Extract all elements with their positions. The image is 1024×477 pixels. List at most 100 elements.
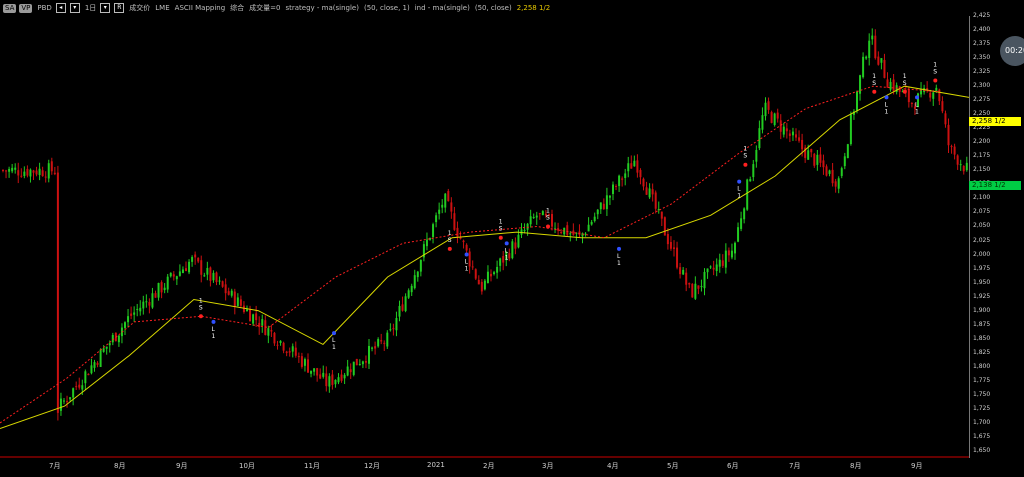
candle xyxy=(639,170,642,178)
candle xyxy=(944,113,947,125)
long-signal-dot[interactable] xyxy=(504,241,509,246)
candle xyxy=(947,124,950,146)
candle xyxy=(486,271,489,284)
strategy-label: strategy - ma(single) xyxy=(285,4,359,12)
long-signal-dot[interactable] xyxy=(884,95,889,100)
timeframe-label[interactable]: 1日 xyxy=(85,3,96,13)
signal-label: L xyxy=(505,247,509,254)
chevron-down-icon[interactable]: ▾ xyxy=(100,3,111,13)
candle xyxy=(78,384,81,388)
candle xyxy=(697,285,700,289)
candle xyxy=(136,308,139,310)
candle xyxy=(831,169,834,184)
candle xyxy=(66,401,69,403)
price-tick: 1,700 xyxy=(973,418,991,426)
long-signal-dot[interactable] xyxy=(737,179,742,184)
candle xyxy=(694,283,697,299)
candle xyxy=(734,242,736,254)
price-tick: 1,975 xyxy=(973,264,991,272)
candle xyxy=(645,187,648,195)
candle xyxy=(166,276,169,290)
candle xyxy=(374,346,377,349)
date-tick: 2月 xyxy=(483,462,495,470)
candle xyxy=(682,269,685,275)
chart-toolbar: SA VP PBD ◂ ▾ 1日 ▾ R 成交价 LME ASCII Mappi… xyxy=(0,0,1024,16)
chevron-down-icon[interactable]: ▾ xyxy=(69,3,80,13)
long-signal-dot[interactable] xyxy=(332,331,336,336)
price-chart[interactable]: 1SL1L11SL11SL11SL1L11S1SL11SL11S xyxy=(0,16,969,458)
signal-label: 1 xyxy=(448,230,452,237)
signal-label: 1 xyxy=(885,108,889,115)
candle xyxy=(105,346,108,349)
candle xyxy=(499,258,502,266)
candle xyxy=(380,340,383,342)
date-tick: 5月 xyxy=(667,462,679,470)
long-signal-dot[interactable] xyxy=(617,246,621,251)
candle xyxy=(889,81,892,90)
candle xyxy=(419,259,422,272)
candle xyxy=(355,358,358,366)
candle xyxy=(666,234,669,245)
candle xyxy=(26,168,29,176)
candle xyxy=(209,267,212,281)
indicator-params: (50, close) xyxy=(474,4,512,12)
candle xyxy=(813,153,816,166)
long-signal-dot[interactable] xyxy=(464,252,469,257)
candle xyxy=(246,309,248,312)
price-tick: 1,850 xyxy=(973,334,991,342)
price-tick: 2,100 xyxy=(973,194,991,202)
candle xyxy=(145,301,148,303)
candle xyxy=(282,342,285,351)
candle xyxy=(798,137,801,141)
date-axis[interactable]: 7月 8月 9月 10月 11月 12月 2021 2月 3月 4月 5月 6月 7月 8月 9月 xyxy=(0,458,969,477)
short-signal-dot[interactable] xyxy=(933,78,938,83)
candle xyxy=(825,166,828,176)
candle xyxy=(709,266,712,268)
candle-series xyxy=(2,28,968,421)
candle xyxy=(929,92,932,98)
candle xyxy=(752,164,755,178)
short-signal-dot[interactable] xyxy=(198,314,203,319)
vp-badge[interactable]: VP xyxy=(19,3,33,13)
candle xyxy=(810,148,813,153)
candle xyxy=(212,272,215,281)
symbol-badge[interactable]: SA xyxy=(3,3,17,13)
candle xyxy=(679,267,682,275)
long-signal-dot[interactable] xyxy=(915,95,919,100)
candle xyxy=(340,374,343,381)
candle xyxy=(87,373,90,376)
candle xyxy=(316,368,319,376)
candle xyxy=(511,241,514,259)
volume-label: 成交量=0 xyxy=(249,4,281,12)
candle xyxy=(255,313,258,321)
candle xyxy=(291,346,294,352)
candle xyxy=(310,370,313,374)
short-signal-dot[interactable] xyxy=(447,246,452,251)
short-signal-dot[interactable] xyxy=(743,162,748,167)
candle xyxy=(63,400,65,402)
candle xyxy=(102,348,105,352)
ma-yellow-line xyxy=(0,85,969,429)
candle xyxy=(788,133,791,136)
candle xyxy=(160,282,163,293)
short-signal-dot[interactable] xyxy=(902,89,907,94)
price-axis[interactable]: 2,425 2,400 2,375 2,350 2,325 2,300 2,275 2,250… xyxy=(969,0,1024,477)
candle xyxy=(593,216,596,222)
settings-box-icon[interactable]: R xyxy=(114,3,125,13)
short-signal-dot[interactable] xyxy=(546,224,550,229)
chevron-left-icon[interactable]: ◂ xyxy=(55,3,66,13)
candle xyxy=(81,385,84,390)
candle xyxy=(404,296,407,312)
candle xyxy=(377,339,380,347)
candle xyxy=(294,347,297,356)
long-signal-dot[interactable] xyxy=(211,319,216,324)
candle xyxy=(868,40,871,58)
price-tick: 1,825 xyxy=(973,348,991,356)
short-signal-dot[interactable] xyxy=(498,235,503,240)
short-signal-dot[interactable] xyxy=(872,89,877,94)
candle xyxy=(169,272,172,277)
candle xyxy=(749,179,752,182)
price-tick: 2,200 xyxy=(973,138,991,146)
candle xyxy=(807,150,810,160)
clock-badge: 00:20 xyxy=(1000,36,1024,66)
